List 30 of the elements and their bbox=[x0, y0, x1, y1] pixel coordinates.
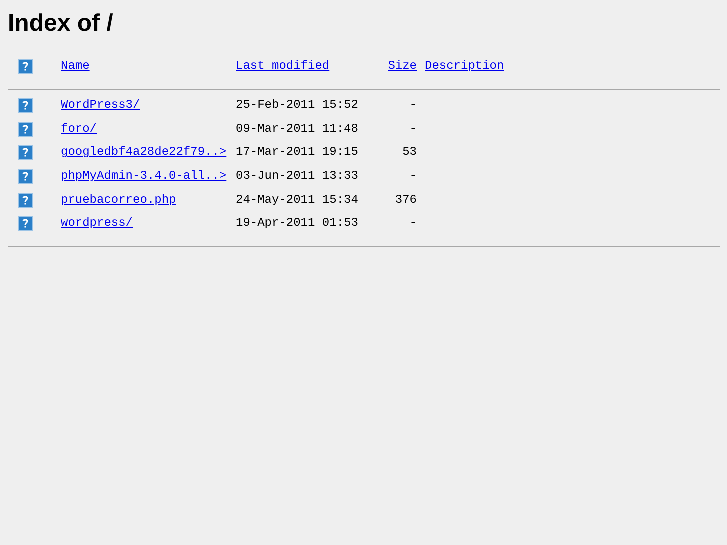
modified-date: 17-Mar-2011 19:15 bbox=[236, 145, 358, 160]
file-link[interactable]: pruebacorreo.php bbox=[61, 192, 176, 207]
modified-date: 24-May-2011 15:34 bbox=[236, 192, 358, 207]
column-link[interactable]: Name bbox=[61, 59, 90, 73]
column-link[interactable]: Size bbox=[388, 59, 417, 73]
file-link[interactable]: googledbf4a28de22f79..> bbox=[61, 145, 227, 160]
modified-date: 09-Mar-2011 11:48 bbox=[236, 122, 358, 136]
file-size: - bbox=[410, 169, 417, 184]
modified-date: 03-Jun-2011 13:33 bbox=[236, 169, 358, 184]
file-size: - bbox=[410, 98, 417, 112]
unknown-file-icon bbox=[18, 169, 33, 184]
file-size: - bbox=[410, 122, 417, 136]
file-link[interactable]: wordpress/ bbox=[61, 216, 134, 230]
file-link[interactable]: phpMyAdmin-3.4.0-all..> bbox=[61, 169, 227, 184]
unknown-file-icon bbox=[18, 216, 33, 232]
column-link[interactable]: Description bbox=[425, 59, 504, 73]
modified-date: 25-Feb-2011 15:52 bbox=[236, 98, 358, 112]
unknown-file-icon bbox=[18, 192, 33, 208]
unknown-file-icon bbox=[18, 98, 33, 113]
modified-date: 19-Apr-2011 01:53 bbox=[236, 216, 358, 230]
file-size: 53 bbox=[402, 145, 417, 160]
page-title: Index of / bbox=[7, 9, 114, 39]
unknown-file-icon bbox=[18, 122, 33, 137]
file-link[interactable]: foro/ bbox=[61, 122, 98, 136]
unknown-file-icon bbox=[18, 145, 33, 160]
file-link[interactable]: WordPress3/ bbox=[61, 98, 140, 112]
file-size: - bbox=[410, 216, 417, 230]
file-size: 376 bbox=[395, 192, 417, 207]
unknown-file-icon bbox=[18, 59, 33, 74]
column-link[interactable]: Last modified bbox=[236, 59, 330, 73]
